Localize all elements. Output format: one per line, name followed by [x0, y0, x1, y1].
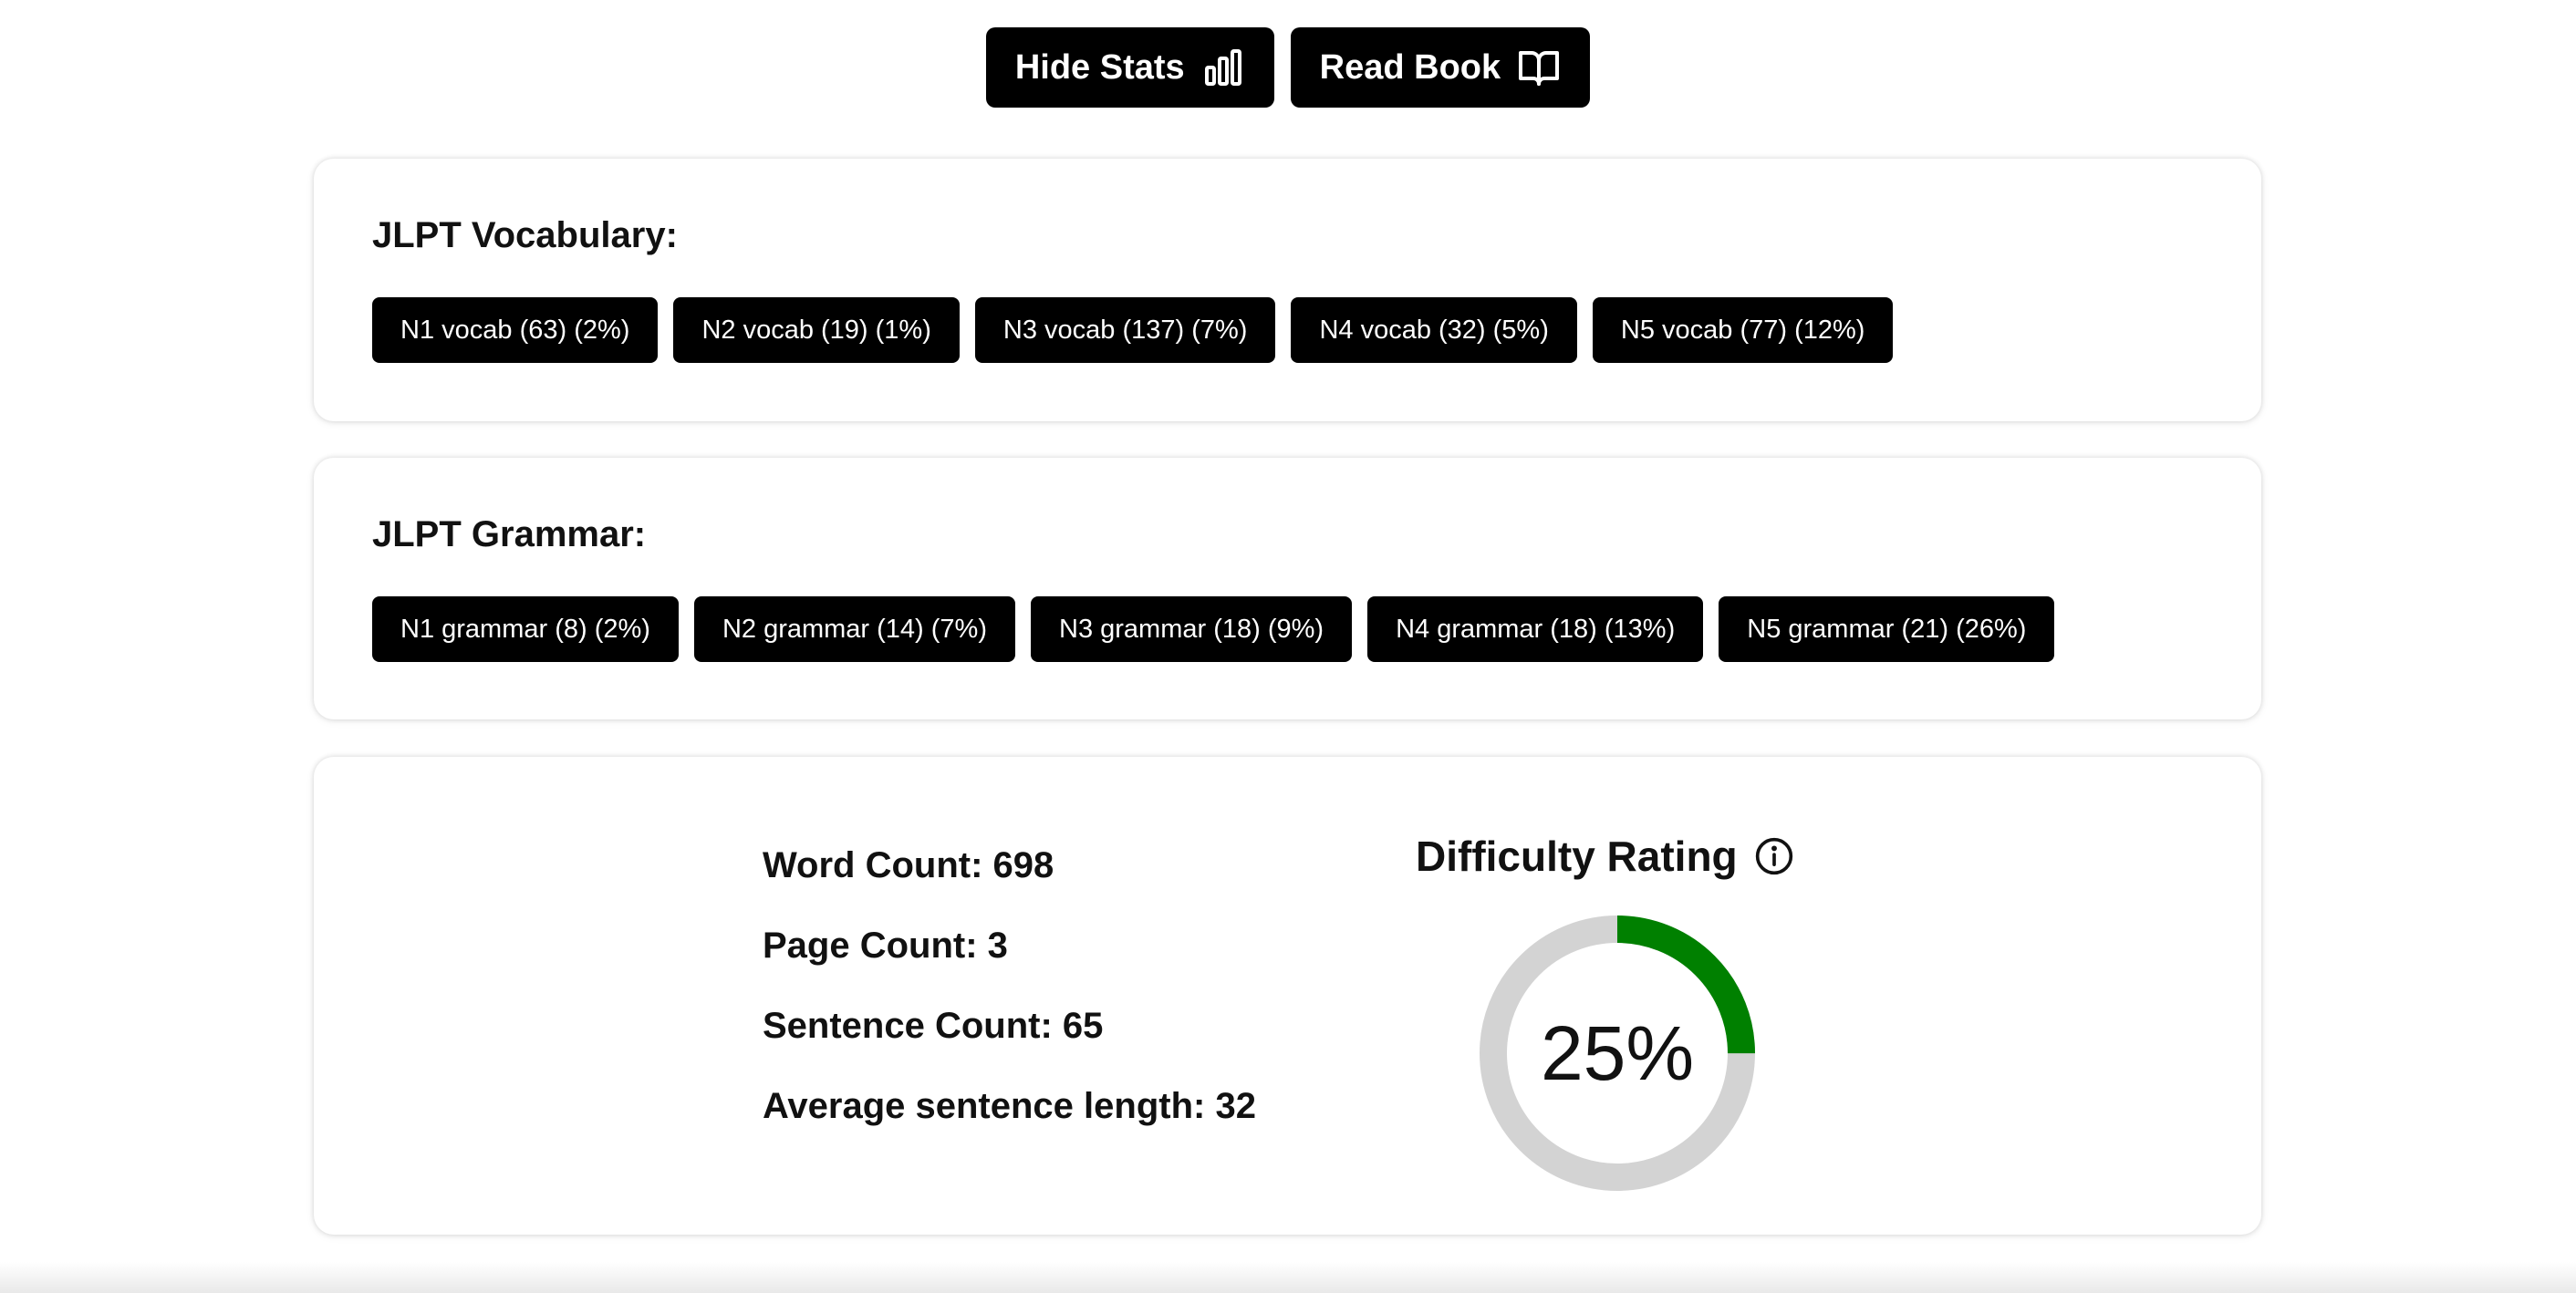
tag-n2-grammar[interactable]: N2 grammar (14) (7%)	[693, 596, 1015, 662]
tag-n5-vocab[interactable]: N5 vocab (77) (12%)	[1592, 297, 1894, 363]
tag-n1-grammar[interactable]: N1 grammar (8) (2%)	[372, 596, 679, 662]
bottom-shadow	[0, 1262, 2576, 1293]
tag-n5-grammar[interactable]: N5 grammar (21) (26%)	[1719, 596, 2055, 662]
grammar-title: JLPT Grammar:	[372, 514, 647, 554]
read-book-button[interactable]: Read Book	[1290, 27, 1591, 108]
tag-n3-vocab[interactable]: N3 vocab (137) (7%)	[974, 297, 1276, 363]
tag-n4-grammar[interactable]: N4 grammar (18) (13%)	[1367, 596, 1704, 662]
hide-stats-label: Hide Stats	[1014, 47, 1185, 87]
info-icon[interactable]	[1754, 836, 1794, 876]
tag-n4-vocab[interactable]: N4 vocab (32) (5%)	[1291, 297, 1577, 363]
jlpt-grammar-card: JLPT Grammar: N1 grammar (8) (2%) N2 gra…	[314, 458, 2261, 719]
tag-n2-vocab[interactable]: N2 vocab (19) (1%)	[673, 297, 960, 363]
jlpt-vocabulary-card: JLPT Vocabulary: N1 vocab (63) (2%) N2 v…	[314, 159, 2261, 421]
open-book-icon	[1519, 51, 1560, 86]
tag-n3-grammar[interactable]: N3 grammar (18) (9%)	[1031, 596, 1353, 662]
page-count: Page Count: 3	[763, 926, 1008, 966]
hide-stats-button[interactable]: Hide Stats	[985, 27, 1274, 108]
grammar-tags: N1 grammar (8) (2%) N2 grammar (14) (7%)…	[372, 596, 2055, 662]
top-toolbar: Hide Stats Read Book	[0, 27, 2576, 108]
difficulty-value: 25%	[1540, 1009, 1695, 1096]
book-stats-card: Word Count: 698 Page Count: 3 Sentence C…	[314, 757, 2261, 1235]
word-count: Word Count: 698	[763, 845, 1054, 885]
sentence-count: Sentence Count: 65	[763, 1006, 1104, 1046]
difficulty-title: Difficulty Rating	[1416, 833, 1738, 880]
average-sentence-length: Average sentence length: 32	[763, 1086, 1256, 1126]
read-book-label: Read Book	[1319, 47, 1501, 87]
vocabulary-tags: N1 vocab (63) (2%) N2 vocab (19) (1%) N3…	[372, 297, 1894, 363]
difficulty-header: Difficulty Rating	[1416, 832, 1794, 881]
vocabulary-title: JLPT Vocabulary:	[372, 215, 678, 255]
tag-n1-vocab[interactable]: N1 vocab (63) (2%)	[372, 297, 659, 363]
difficulty-gauge: 25%	[1478, 914, 1757, 1193]
bar-chart-icon	[1204, 49, 1241, 86]
stat-list: Word Count: 698 Page Count: 3 Sentence C…	[763, 845, 1256, 1169]
